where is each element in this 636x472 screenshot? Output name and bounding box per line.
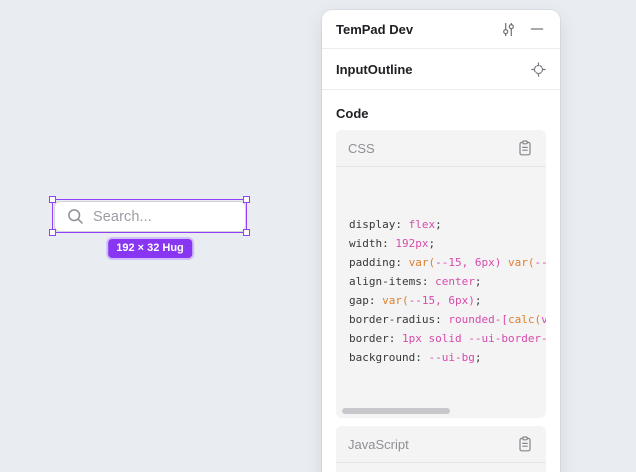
magnifier-icon	[67, 208, 84, 225]
code-line: display: flex;	[349, 215, 546, 234]
code-line: border: 1px solid --ui-border-color;	[349, 329, 546, 348]
horizontal-scrollbar-thumb[interactable]	[342, 408, 450, 414]
code-section: Code CSS display: flex;width: 192px;padd…	[322, 90, 560, 472]
selection-handle-top-right[interactable]	[243, 196, 250, 203]
selection-handle-bottom-right[interactable]	[243, 229, 250, 236]
selected-component-row[interactable]: InputOutline	[322, 49, 560, 90]
clipboard-copy-icon[interactable]	[516, 139, 534, 157]
code-line: gap: var(--15, 6px);	[349, 291, 546, 310]
javascript-code-card: JavaScript { display: 'flex', width: '19…	[336, 426, 546, 472]
code-line: padding: var(--15, 6px) var(--15, 6px);	[349, 253, 546, 272]
selection-handle-bottom-left[interactable]	[49, 229, 56, 236]
code-line: width: 192px;	[349, 234, 546, 253]
plugin-panel-header: TemPad Dev	[322, 10, 560, 49]
code-line: align-items: center;	[349, 272, 546, 291]
css-code-card: CSS display: flex;width: 192px;padding: …	[336, 130, 546, 418]
javascript-card-label: JavaScript	[348, 437, 516, 452]
component-name: InputOutline	[336, 62, 529, 77]
clipboard-copy-icon[interactable]	[516, 435, 534, 453]
search-input[interactable]: Search...	[54, 201, 246, 232]
javascript-code-block: { display: 'flex', width: '192px', paddi…	[336, 463, 546, 472]
css-card-header: CSS	[336, 130, 546, 167]
css-code-block: display: flex;width: 192px;padding: var(…	[336, 167, 546, 418]
css-card-label: CSS	[348, 141, 516, 156]
selection-size-badge: 192 × 32 Hug	[108, 239, 192, 258]
sliders-icon[interactable]	[499, 20, 517, 38]
search-placeholder: Search...	[93, 209, 152, 225]
code-line: background: --ui-bg;	[349, 348, 546, 367]
tempad-dev-plugin-panel: TemPad Dev InputOutline	[322, 10, 560, 472]
locate-target-icon[interactable]	[529, 60, 547, 78]
selection-handle-top-left[interactable]	[49, 196, 56, 203]
code-line: border-radius: rounded-[calc(var(--round…	[349, 310, 546, 329]
minimize-icon[interactable]	[528, 20, 546, 38]
javascript-card-header: JavaScript	[336, 426, 546, 463]
code-section-title: Code	[336, 106, 546, 121]
plugin-title: TemPad Dev	[336, 22, 499, 37]
